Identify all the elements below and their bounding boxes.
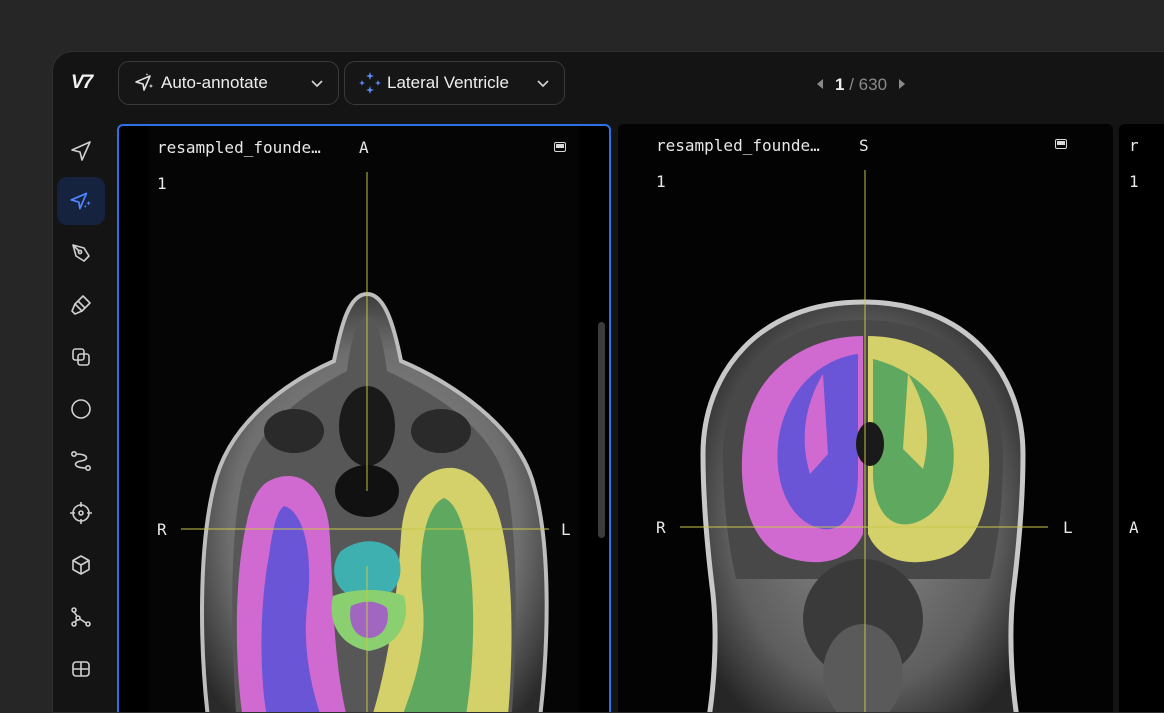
sagittal-viewport[interactable]: r 1 A xyxy=(1119,124,1164,712)
previous-slice-button[interactable] xyxy=(815,75,825,95)
orientation-left-label: R xyxy=(656,518,666,537)
orientation-left-label: R xyxy=(157,520,167,539)
orientation-right-label: L xyxy=(1063,518,1073,537)
viewport-filename: resampled_founde… xyxy=(656,136,820,155)
coronal-scan-image xyxy=(618,124,1113,712)
pager-separator: / xyxy=(849,75,854,94)
annotation-workspace: V7 Auto-annotate Lateral Ventricle 1 / 6… xyxy=(52,51,1164,713)
viewport-slice-number: 1 xyxy=(656,172,666,191)
ellipse-tool-button[interactable] xyxy=(57,385,105,433)
auto-annotate-label: Auto-annotate xyxy=(161,73,268,92)
viewport-scrollbar[interactable] xyxy=(598,322,605,538)
axial-viewport[interactable]: resampled_founde… A 1 R L xyxy=(117,124,611,712)
circle-icon xyxy=(71,399,91,419)
navigation-arrow-icon xyxy=(71,141,91,161)
total-slices: 630 xyxy=(858,75,888,94)
skeleton-icon xyxy=(71,607,91,627)
pen-tool-button[interactable] xyxy=(57,229,105,277)
next-slice-button[interactable] xyxy=(897,75,907,95)
orientation-top-label: S xyxy=(859,136,869,155)
orientation-left-label: A xyxy=(1129,518,1139,537)
crosshair-icon xyxy=(70,502,92,524)
keypoint-tool-button[interactable] xyxy=(57,489,105,537)
top-toolbar: V7 Auto-annotate Lateral Ventricle 1 / 6… xyxy=(53,52,1164,118)
table-tool-button[interactable] xyxy=(57,645,105,693)
viewport-maximize-icon[interactable] xyxy=(1055,139,1067,149)
auto-annotate-tool-button[interactable] xyxy=(57,177,105,225)
pen-nib-icon xyxy=(72,244,90,262)
chevron-down-icon xyxy=(308,74,326,92)
brush-tool-button[interactable] xyxy=(57,281,105,329)
sparkle-dots-icon xyxy=(357,70,383,96)
orientation-top-label: A xyxy=(359,138,369,157)
orientation-right-label: L xyxy=(561,520,571,539)
cube-icon xyxy=(72,555,90,575)
path-icon xyxy=(70,450,91,471)
viewport-filename: resampled_founde… xyxy=(157,138,321,157)
chevron-down-icon xyxy=(534,74,552,92)
viewport-slice-number: 1 xyxy=(1129,172,1139,191)
axial-scan-image xyxy=(149,126,579,712)
viewport-slice-number: 1 xyxy=(157,174,167,193)
select-tool-button[interactable] xyxy=(57,127,105,175)
sparkle-arrow-icon xyxy=(131,70,157,96)
class-selector-dropdown[interactable]: Lateral Ventricle xyxy=(344,61,565,105)
skeleton-tool-button[interactable] xyxy=(57,593,105,641)
table-icon xyxy=(72,661,90,677)
class-selector-label: Lateral Ventricle xyxy=(387,73,509,92)
brush-icon xyxy=(71,295,91,315)
v7-logo[interactable]: V7 xyxy=(71,72,101,96)
clone-tool-button[interactable] xyxy=(57,333,105,381)
sparkle-arrow-icon xyxy=(70,192,91,210)
auto-annotate-dropdown[interactable]: Auto-annotate xyxy=(118,61,339,105)
cuboid-tool-button[interactable] xyxy=(57,541,105,589)
polyline-tool-button[interactable] xyxy=(57,437,105,485)
slice-pager: 1 / 630 xyxy=(815,74,907,96)
viewport-filename: r xyxy=(1129,136,1139,155)
current-slice: 1 xyxy=(835,75,845,94)
coronal-viewport[interactable]: resampled_founde… S 1 R L xyxy=(618,124,1113,712)
tool-sidebar xyxy=(53,118,115,712)
copy-icon xyxy=(72,348,90,366)
viewport-maximize-icon[interactable] xyxy=(554,142,566,152)
